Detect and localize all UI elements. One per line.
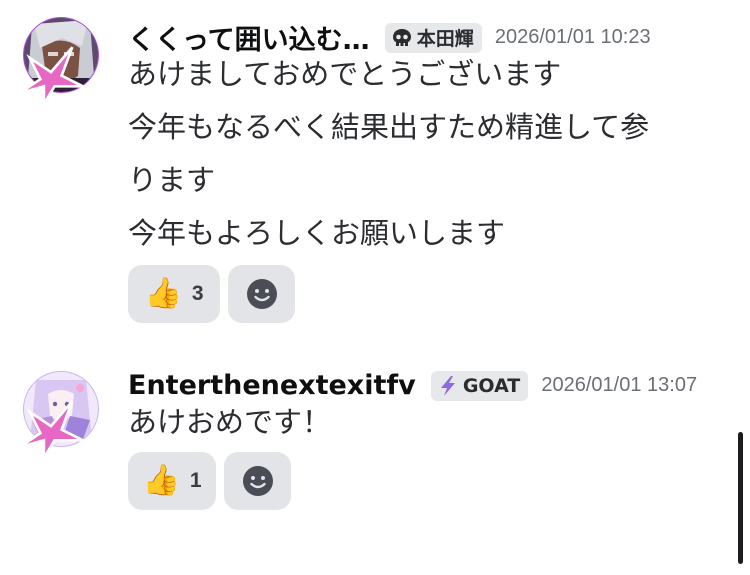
avatar[interactable] bbox=[18, 16, 100, 104]
message-line: あけましておめでとうございます bbox=[128, 57, 562, 91]
smile-icon bbox=[242, 466, 273, 496]
timestamp[interactable]: 2026/01/01 10:23 bbox=[495, 26, 651, 48]
reaction-thumbs-up[interactable]: 👍 3 bbox=[128, 265, 220, 323]
add-reaction-button[interactable] bbox=[228, 265, 295, 323]
role-label: GOAT bbox=[462, 374, 521, 397]
thumbs-up-icon: 👍 bbox=[142, 463, 180, 498]
avatar[interactable] bbox=[18, 370, 100, 458]
message-line: ります bbox=[128, 163, 216, 197]
reaction-count: 1 bbox=[189, 469, 202, 492]
message-1: くくって囲い込む… 本田輝 2026/01/01 10:23 あけましておめでと… bbox=[0, 0, 740, 330]
message-line: あけおめです！ bbox=[128, 405, 332, 439]
reaction-count: 3 bbox=[191, 282, 204, 305]
timestamp[interactable]: 2026/01/01 13:07 bbox=[541, 374, 697, 396]
thumbs-up-icon: 👍 bbox=[144, 276, 182, 311]
message-2: Enterthenextexitfv GOAT 2026/01/01 13:07… bbox=[0, 360, 740, 520]
avatar-decoration-icon bbox=[18, 46, 84, 104]
role-tag[interactable]: GOAT bbox=[430, 370, 529, 401]
avatar-decoration-icon bbox=[18, 400, 84, 458]
message-line: 今年もよろしくお願いします bbox=[128, 216, 506, 250]
message-content: あけましておめでとうございます 今年もなるべく結果出すため精進して参 ります 今… bbox=[128, 48, 649, 260]
role-label: 本田輝 bbox=[416, 28, 474, 50]
lightning-icon bbox=[440, 375, 455, 396]
reaction-thumbs-up[interactable]: 👍 1 bbox=[128, 452, 216, 510]
message-line: 今年もなるべく結果出すため精進して参 bbox=[128, 110, 650, 144]
message-content: あけおめです！ bbox=[128, 396, 331, 449]
reactions-bar: 👍 1 bbox=[128, 452, 291, 510]
add-reaction-button[interactable] bbox=[224, 452, 291, 510]
scrollbar[interactable] bbox=[738, 432, 743, 564]
reactions-bar: 👍 3 bbox=[128, 265, 295, 323]
skull-icon bbox=[392, 28, 411, 46]
smile-icon bbox=[246, 279, 277, 309]
